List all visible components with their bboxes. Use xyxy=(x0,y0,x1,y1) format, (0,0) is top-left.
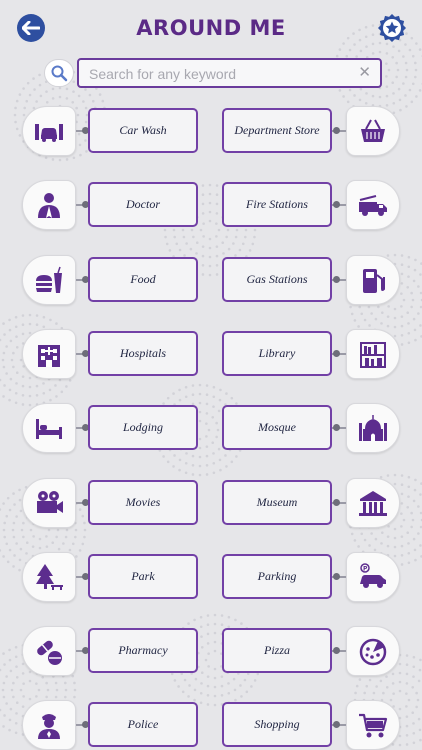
category-icon-bubble xyxy=(346,255,400,305)
favorite-button[interactable] xyxy=(377,13,407,43)
category-label: Car Wash xyxy=(88,108,198,153)
police-icon xyxy=(38,714,60,739)
category-label: Mosque xyxy=(222,405,332,450)
star-badge-icon xyxy=(378,14,406,42)
category-label: Food xyxy=(88,257,198,302)
category-lodging[interactable]: Lodging xyxy=(22,403,202,453)
connector-dot xyxy=(333,201,340,208)
connector-dot xyxy=(333,127,340,134)
category-icon-bubble xyxy=(22,478,76,528)
category-label: Pizza xyxy=(222,628,332,673)
search-bar: ✕ xyxy=(44,58,382,88)
bookshelf-icon xyxy=(360,342,386,368)
connector-dot xyxy=(333,424,340,431)
category-icon-bubble xyxy=(22,700,76,750)
museum-icon xyxy=(359,491,387,516)
category-icon-bubble xyxy=(22,403,76,453)
category-label: Lodging xyxy=(88,405,198,450)
category-car-wash[interactable]: Car Wash xyxy=(22,106,202,156)
category-museum[interactable]: Museum xyxy=(220,478,400,528)
category-parking[interactable]: P Parking xyxy=(220,552,400,602)
gas-pump-icon xyxy=(363,269,385,293)
category-icon-bubble xyxy=(22,106,76,156)
pizza-icon xyxy=(359,638,387,666)
category-doctor[interactable]: Doctor xyxy=(22,180,202,230)
category-mosque[interactable]: Mosque xyxy=(220,403,400,453)
category-icon-bubble xyxy=(346,106,400,156)
category-label: Gas Stations xyxy=(222,257,332,302)
category-label: Police xyxy=(88,702,198,747)
category-food[interactable]: Food xyxy=(22,255,202,305)
category-police[interactable]: Police xyxy=(22,700,202,750)
category-icon-bubble: P xyxy=(346,552,400,602)
category-label: Museum xyxy=(222,480,332,525)
category-icon-bubble xyxy=(22,329,76,379)
search-icon xyxy=(51,65,68,82)
category-hospitals[interactable]: Hospitals xyxy=(22,329,202,379)
connector-dot xyxy=(333,499,340,506)
page-title: AROUND ME xyxy=(136,16,286,40)
category-library[interactable]: Library xyxy=(220,329,400,379)
category-gas-stations[interactable]: Gas Stations xyxy=(220,255,400,305)
movie-camera-icon xyxy=(37,491,63,513)
category-pharmacy[interactable]: Pharmacy xyxy=(22,626,202,676)
category-label: Pharmacy xyxy=(88,628,198,673)
connector-dot xyxy=(333,573,340,580)
pills-icon xyxy=(37,640,62,665)
category-icon-bubble xyxy=(22,255,76,305)
category-icon-bubble xyxy=(22,552,76,602)
basket-icon xyxy=(361,119,385,142)
category-label: Fire Stations xyxy=(222,182,332,227)
tree-icon xyxy=(36,564,63,590)
category-icon-bubble xyxy=(22,626,76,676)
category-icon-bubble xyxy=(346,478,400,528)
category-label: Parking xyxy=(222,554,332,599)
category-pizza[interactable]: Pizza xyxy=(220,626,400,676)
category-icon-bubble xyxy=(346,180,400,230)
food-icon xyxy=(36,266,62,293)
category-shopping[interactable]: Shopping xyxy=(220,700,400,750)
mosque-icon xyxy=(359,415,387,441)
category-label: Movies xyxy=(88,480,198,525)
search-button[interactable] xyxy=(44,59,74,87)
category-department-store[interactable]: Department Store xyxy=(220,106,400,156)
fire-truck-icon xyxy=(359,195,387,216)
category-icon-bubble xyxy=(346,626,400,676)
hospital-icon xyxy=(38,345,60,367)
category-label: Department Store xyxy=(222,108,332,153)
bed-icon xyxy=(36,419,62,439)
category-icon-bubble xyxy=(346,700,400,750)
connector-dot xyxy=(333,647,340,654)
category-fire-stations[interactable]: Fire Stations xyxy=(220,180,400,230)
search-input[interactable] xyxy=(87,60,356,88)
svg-text:P: P xyxy=(363,566,368,573)
connector-dot xyxy=(333,721,340,728)
doctor-icon xyxy=(38,193,60,218)
search-field: ✕ xyxy=(77,58,382,88)
category-label: Hospitals xyxy=(88,331,198,376)
category-label: Library xyxy=(222,331,332,376)
category-label: Park xyxy=(88,554,198,599)
shopping-cart-icon xyxy=(359,713,388,738)
category-park[interactable]: Park xyxy=(22,552,202,602)
category-label: Doctor xyxy=(88,182,198,227)
connector-dot xyxy=(333,350,340,357)
category-label: Shopping xyxy=(222,702,332,747)
category-icon-bubble xyxy=(346,329,400,379)
parking-car-icon: P xyxy=(360,563,386,588)
car-wash-icon xyxy=(35,124,63,142)
header-bar: AROUND ME xyxy=(0,0,422,56)
connector-dot xyxy=(333,276,340,283)
category-movies[interactable]: Movies xyxy=(22,478,202,528)
clear-search-button[interactable]: ✕ xyxy=(358,65,371,81)
category-icon-bubble xyxy=(346,403,400,453)
category-icon-bubble xyxy=(22,180,76,230)
